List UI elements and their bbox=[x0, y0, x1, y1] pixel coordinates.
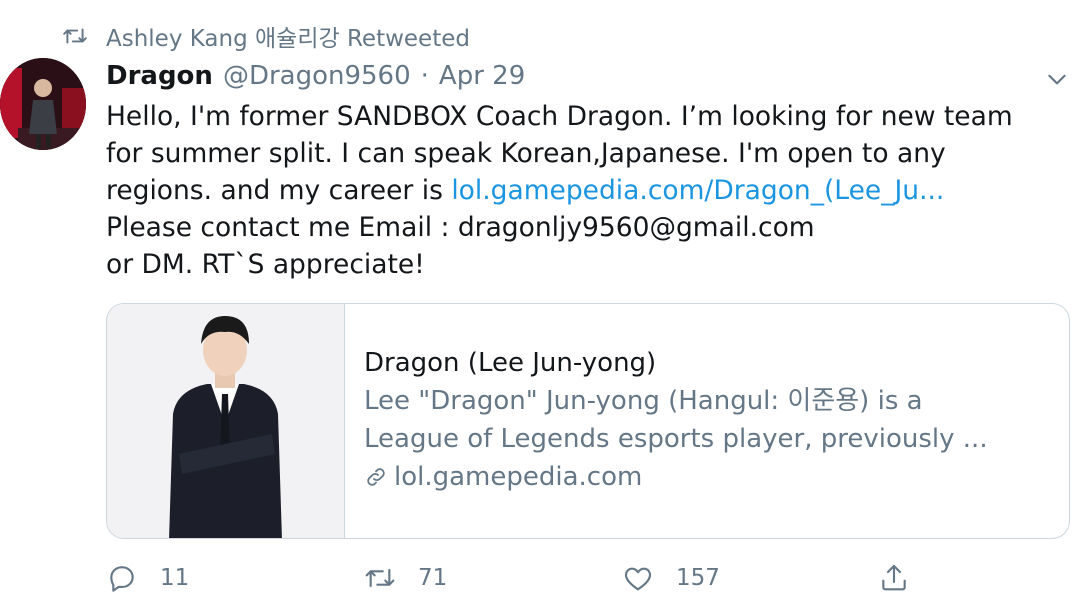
display-name[interactable]: Dragon bbox=[106, 61, 213, 91]
tweet-actions: 11 71 157 bbox=[106, 558, 1084, 598]
tweet-line: regions. and my career is lol.gamepedia.… bbox=[106, 172, 1076, 209]
avatar[interactable] bbox=[0, 58, 86, 150]
retweet-icon bbox=[365, 568, 395, 588]
card-description: Lee "Dragon" Jun-yong (Hangul: 이준용) is a bbox=[364, 386, 923, 416]
tweet-date[interactable]: Apr 29 bbox=[439, 61, 525, 91]
card-image bbox=[107, 304, 345, 538]
card-description: League of Legends esports player, previo… bbox=[364, 424, 988, 454]
tweet-text: Hello, I'm former SANDBOX Coach Dragon. … bbox=[106, 98, 1076, 283]
card-title: Dragon (Lee Jun-yong) bbox=[364, 348, 657, 378]
reply-count: 11 bbox=[160, 565, 190, 591]
card-domain-text: lol.gamepedia.com bbox=[394, 462, 643, 492]
link-card[interactable]: Dragon (Lee Jun-yong) Lee "Dragon" Jun-y… bbox=[106, 303, 1070, 539]
retweet-banner-text: Ashley Kang 애슐리강 Retweeted bbox=[106, 26, 470, 52]
share-button[interactable] bbox=[878, 558, 932, 598]
like-button[interactable]: 157 bbox=[622, 558, 720, 598]
like-count: 157 bbox=[676, 565, 720, 591]
career-link[interactable]: lol.gamepedia.com/Dragon_(Lee_Ju... bbox=[451, 175, 944, 206]
handle[interactable]: @Dragon9560 bbox=[223, 61, 411, 91]
retweet-button[interactable]: 71 bbox=[364, 558, 447, 598]
like-icon bbox=[624, 567, 652, 591]
tweet-line: Hello, I'm former SANDBOX Coach Dragon. … bbox=[106, 101, 1013, 132]
tweet-line: or DM. RT`S appreciate! bbox=[106, 249, 425, 280]
retweet-icon bbox=[63, 28, 87, 44]
tweet-line: Please contact me Email : dragonljy9560@… bbox=[106, 212, 815, 243]
reply-button[interactable]: 11 bbox=[106, 558, 189, 598]
chevron-down-icon[interactable] bbox=[1044, 66, 1070, 92]
share-icon bbox=[882, 564, 906, 591]
tweet-header: Dragon @Dragon9560 · Apr 29 bbox=[106, 58, 525, 94]
card-domain: lol.gamepedia.com bbox=[364, 458, 988, 496]
link-icon bbox=[367, 468, 385, 486]
separator: · bbox=[420, 61, 429, 91]
reply-icon bbox=[110, 566, 134, 592]
tweet-line: for summer split. I can speak Korean,Jap… bbox=[106, 138, 946, 169]
card-text: Dragon (Lee Jun-yong) Lee "Dragon" Jun-y… bbox=[345, 304, 988, 538]
retweet-banner[interactable]: Ashley Kang 애슐리강 Retweeted bbox=[62, 20, 470, 52]
tweet-line-text: regions. and my career is bbox=[106, 175, 452, 206]
retweet-count: 71 bbox=[418, 565, 448, 591]
